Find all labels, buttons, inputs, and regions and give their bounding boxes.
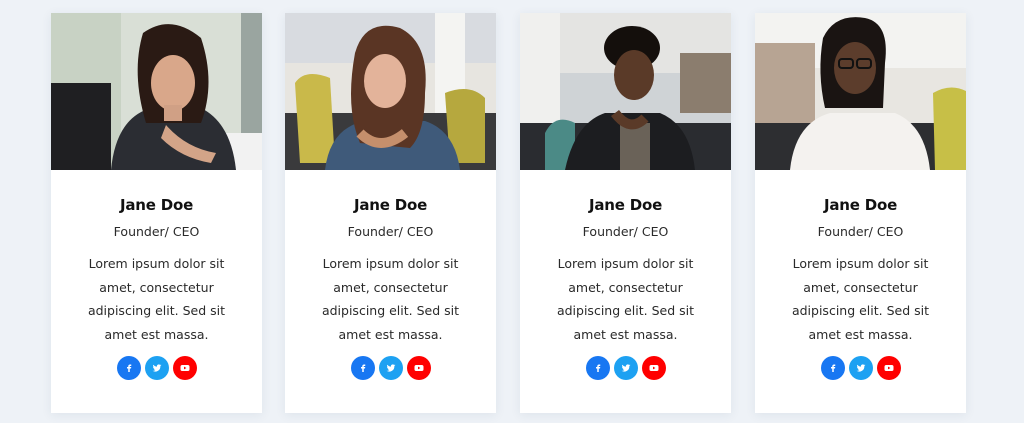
team-member-card: Jane Doe Founder/ CEO Lorem ipsum dolor … <box>755 13 966 413</box>
facebook-button[interactable] <box>350 356 375 380</box>
member-role: Founder/ CEO <box>347 224 434 239</box>
member-name: Jane Doe <box>823 196 898 214</box>
twitter-button[interactable] <box>613 356 638 380</box>
member-name: Jane Doe <box>588 196 663 214</box>
twitter-icon <box>152 364 161 372</box>
youtube-button[interactable] <box>172 356 197 380</box>
social-links <box>755 356 966 380</box>
twitter-icon <box>386 364 395 372</box>
member-role: Founder/ CEO <box>817 224 904 239</box>
team-member-card: Jane Doe Founder/ CEO Lorem ipsum dolor … <box>285 13 496 413</box>
twitter-button[interactable] <box>848 356 873 380</box>
member-bio: Lorem ipsum dolor sit amet, consectetur … <box>321 256 460 342</box>
member-name: Jane Doe <box>119 196 194 214</box>
member-photo <box>51 13 262 170</box>
facebook-icon <box>360 364 365 372</box>
facebook-icon <box>126 364 131 372</box>
member-bio: Lorem ipsum dolor sit amet, consectetur … <box>791 256 930 342</box>
member-photo <box>285 13 496 170</box>
facebook-button[interactable] <box>116 356 141 380</box>
member-role: Founder/ CEO <box>113 224 200 239</box>
member-photo <box>520 13 731 170</box>
youtube-button[interactable] <box>406 356 431 380</box>
facebook-button[interactable] <box>585 356 610 380</box>
member-bio: Lorem ipsum dolor sit amet, consectetur … <box>87 256 226 342</box>
member-name: Jane Doe <box>353 196 428 214</box>
social-links <box>51 356 262 380</box>
team-member-card: Jane Doe Founder/ CEO Lorem ipsum dolor … <box>520 13 731 413</box>
facebook-icon <box>595 364 600 372</box>
youtube-button[interactable] <box>876 356 901 380</box>
facebook-button[interactable] <box>820 356 845 380</box>
twitter-button[interactable] <box>378 356 403 380</box>
twitter-button[interactable] <box>144 356 169 380</box>
youtube-icon <box>414 365 423 371</box>
member-bio: Lorem ipsum dolor sit amet, consectetur … <box>556 256 695 342</box>
team-member-card: Jane Doe Founder/ CEO Lorem ipsum dolor … <box>51 13 262 413</box>
member-photo <box>755 13 966 170</box>
youtube-button[interactable] <box>641 356 666 380</box>
twitter-icon <box>856 364 865 372</box>
social-links <box>285 356 496 380</box>
youtube-icon <box>884 365 893 371</box>
social-links <box>520 356 731 380</box>
youtube-icon <box>649 365 658 371</box>
member-role: Founder/ CEO <box>582 224 669 239</box>
twitter-icon <box>621 364 630 372</box>
team-section: Jane Doe Founder/ CEO Lorem ipsum dolor … <box>0 0 1024 423</box>
youtube-icon <box>180 365 189 371</box>
facebook-icon <box>830 364 835 372</box>
